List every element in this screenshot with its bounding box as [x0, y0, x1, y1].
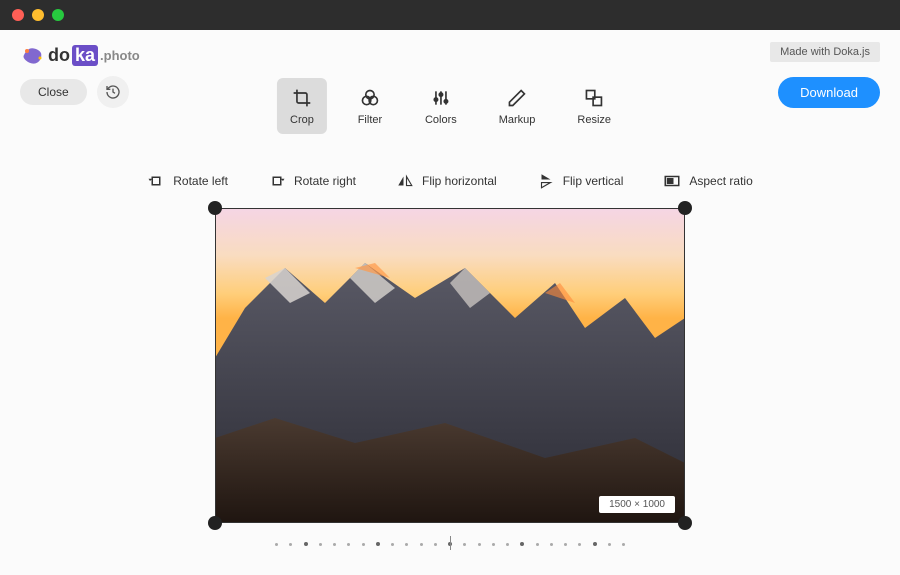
tool-resize-label: Resize [577, 114, 611, 126]
rotate-right-label: Rotate right [294, 174, 356, 188]
tool-colors[interactable]: Colors [413, 78, 469, 134]
flip-vertical-label: Flip vertical [563, 174, 624, 188]
download-button[interactable]: Download [778, 77, 880, 108]
window-titlebar [0, 0, 900, 30]
colors-icon [431, 88, 451, 108]
tool-colors-label: Colors [425, 114, 457, 126]
crop-subtoolbar: Rotate left Rotate right Flip horizontal… [0, 162, 900, 200]
tool-crop-label: Crop [290, 114, 314, 126]
flip-horizontal-label: Flip horizontal [422, 174, 497, 188]
aspect-ratio-icon [663, 172, 681, 190]
ruler-center-indicator [450, 536, 451, 550]
crop-handle-top-left[interactable] [208, 201, 222, 215]
crop-handle-top-right[interactable] [678, 201, 692, 215]
logo-suffix: .photo [100, 48, 140, 63]
flip-vertical-icon [537, 172, 555, 190]
resize-icon [584, 88, 604, 108]
tool-markup-label: Markup [499, 114, 536, 126]
logo-mark-icon [20, 42, 46, 68]
topbar: Close Crop Filter [0, 68, 900, 108]
tool-crop[interactable]: Crop [277, 78, 327, 134]
close-button[interactable]: Close [20, 79, 87, 105]
crop-handle-bottom-right[interactable] [678, 516, 692, 530]
crop-frame[interactable]: 1500 × 1000 [215, 208, 685, 523]
photo-preview [215, 208, 685, 523]
tool-filter-label: Filter [358, 114, 382, 126]
dimensions-badge: 1500 × 1000 [599, 496, 675, 513]
app-logo: doka.photo [20, 42, 140, 68]
rotate-left-label: Rotate left [173, 174, 228, 188]
window-maximize-button[interactable] [52, 9, 64, 21]
crop-handle-bottom-left[interactable] [208, 516, 222, 530]
tool-resize[interactable]: Resize [565, 78, 623, 134]
aspect-ratio-button[interactable]: Aspect ratio [663, 172, 752, 190]
markup-icon [507, 88, 527, 108]
app-header: doka.photo Made with Doka.js [0, 30, 900, 68]
flip-horizontal-icon [396, 172, 414, 190]
filter-icon [360, 88, 380, 108]
main-tools: Crop Filter Colors Markup [277, 78, 623, 134]
made-with-badge[interactable]: Made with Doka.js [770, 42, 880, 62]
canvas-area: 1500 × 1000 [0, 208, 900, 523]
logo-text-1: do [48, 45, 70, 66]
rotation-ruler[interactable] [0, 533, 900, 553]
logo-text-2: ka [72, 45, 98, 66]
flip-horizontal-button[interactable]: Flip horizontal [396, 172, 497, 190]
window-close-button[interactable] [12, 9, 24, 21]
traffic-lights [12, 9, 64, 21]
rotate-left-button[interactable]: Rotate left [147, 172, 228, 190]
history-button[interactable] [97, 76, 129, 108]
app-container: doka.photo Made with Doka.js Close Crop [0, 30, 900, 575]
tool-filter[interactable]: Filter [345, 78, 395, 134]
flip-vertical-button[interactable]: Flip vertical [537, 172, 624, 190]
tool-markup[interactable]: Markup [487, 78, 548, 134]
left-controls: Close [20, 76, 129, 108]
window-minimize-button[interactable] [32, 9, 44, 21]
rotate-left-icon [147, 172, 165, 190]
aspect-ratio-label: Aspect ratio [689, 174, 752, 188]
rotate-right-button[interactable]: Rotate right [268, 172, 356, 190]
rotate-right-icon [268, 172, 286, 190]
history-icon [105, 84, 121, 100]
crop-icon [292, 88, 312, 108]
